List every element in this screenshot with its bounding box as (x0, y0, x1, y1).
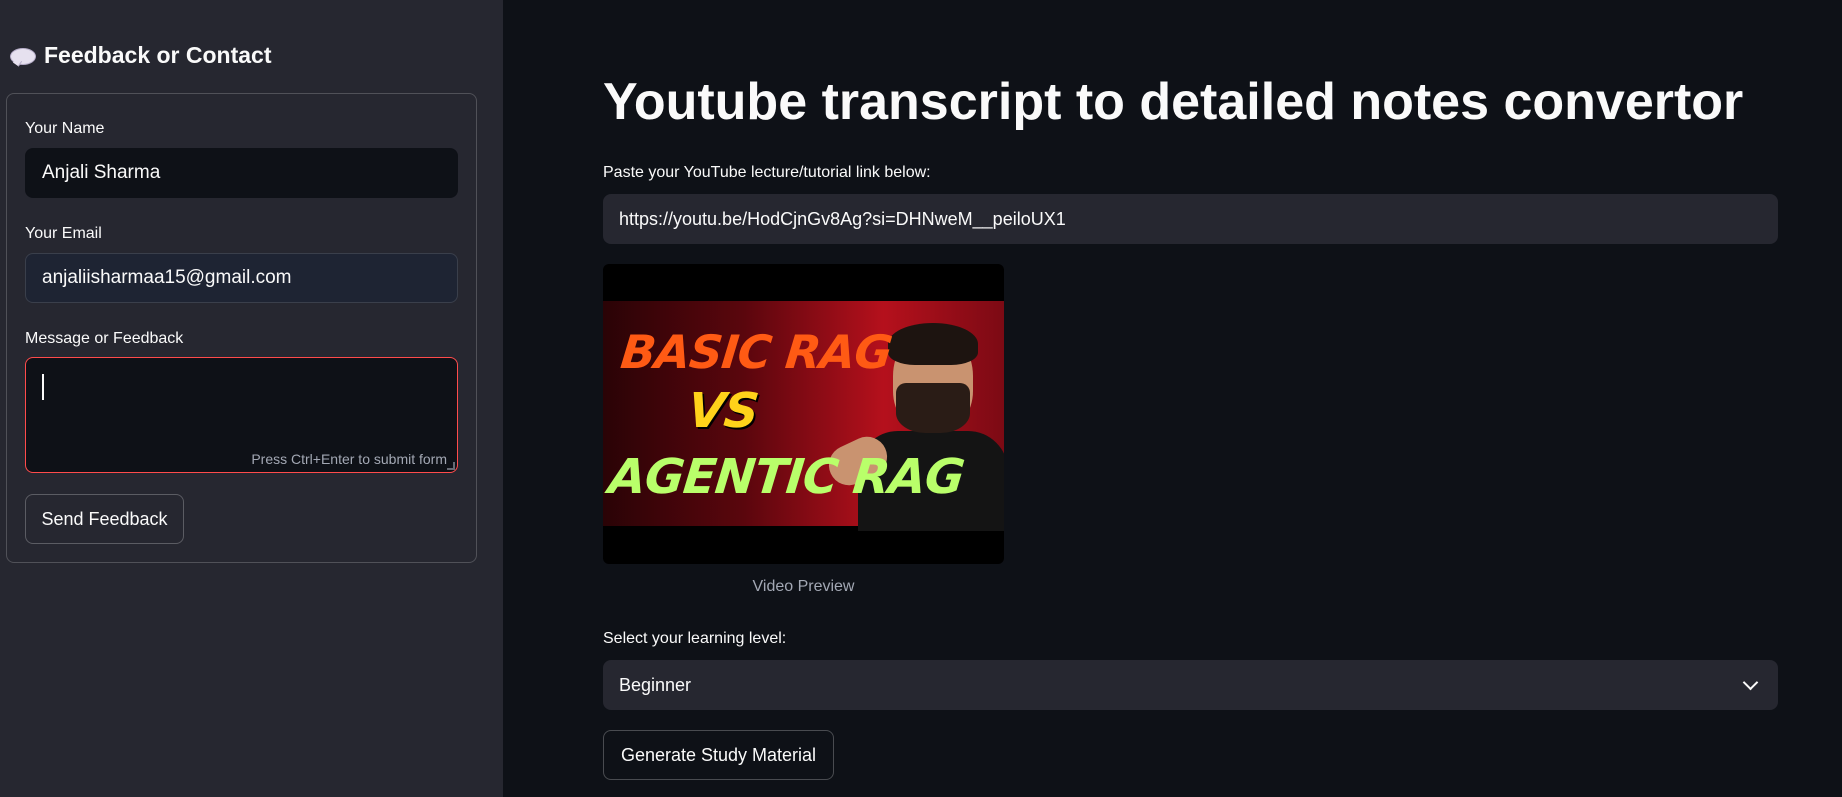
message-label: Message or Feedback (25, 330, 184, 347)
sidebar-title: Feedback or Contact (44, 42, 272, 68)
name-field[interactable]: Anjali Sharma (25, 148, 458, 198)
page-title: Youtube transcript to detailed notes con… (603, 73, 1744, 131)
thumbnail-text-agentic-rag: AGENTIC RAG (606, 449, 967, 505)
chevron-down-icon (1742, 674, 1759, 690)
learning-level-value: Beginner (619, 674, 692, 695)
submit-hint: Press Ctrl+Enter to submit form (251, 451, 447, 467)
video-thumbnail[interactable]: BASIC RAG VS AGENTIC RAG (603, 264, 1004, 564)
presenter-beard (896, 383, 970, 433)
sidebar-header: Feedback or Contact (10, 42, 272, 69)
youtube-url-input[interactable]: https://youtu.be/HodCjnGv8Ag?si=DHNweM__… (603, 194, 1778, 244)
speech-bubble-icon (10, 47, 36, 65)
resize-handle-icon[interactable] (447, 462, 455, 470)
video-preview-caption: Video Preview (752, 578, 855, 595)
message-textarea[interactable]: Press Ctrl+Enter to submit form (25, 357, 458, 473)
presenter-hair (888, 323, 978, 365)
text-cursor (42, 374, 44, 400)
email-label: Your Email (25, 225, 102, 242)
sidebar: Feedback or Contact Your Name Anjali Sha… (0, 0, 503, 797)
thumbnail-text-vs: VS (685, 383, 761, 439)
feedback-form: Your Name Anjali Sharma Your Email anjal… (6, 93, 477, 563)
email-field[interactable]: anjaliisharmaa15@gmail.com (25, 253, 458, 303)
thumbnail-text-basic-rag: BASIC RAG (618, 325, 895, 379)
learning-level-select[interactable]: Beginner (603, 660, 1778, 710)
send-feedback-button[interactable]: Send Feedback (25, 494, 184, 544)
url-label: Paste your YouTube lecture/tutorial link… (603, 164, 931, 181)
level-label: Select your learning level: (603, 630, 787, 647)
app: Feedback or Contact Your Name Anjali Sha… (0, 0, 1842, 797)
generate-study-material-button[interactable]: Generate Study Material (603, 730, 834, 780)
main-content: Youtube transcript to detailed notes con… (503, 0, 1842, 797)
name-label: Your Name (25, 120, 105, 137)
thumbnail-image: BASIC RAG VS AGENTIC RAG (603, 301, 1004, 531)
